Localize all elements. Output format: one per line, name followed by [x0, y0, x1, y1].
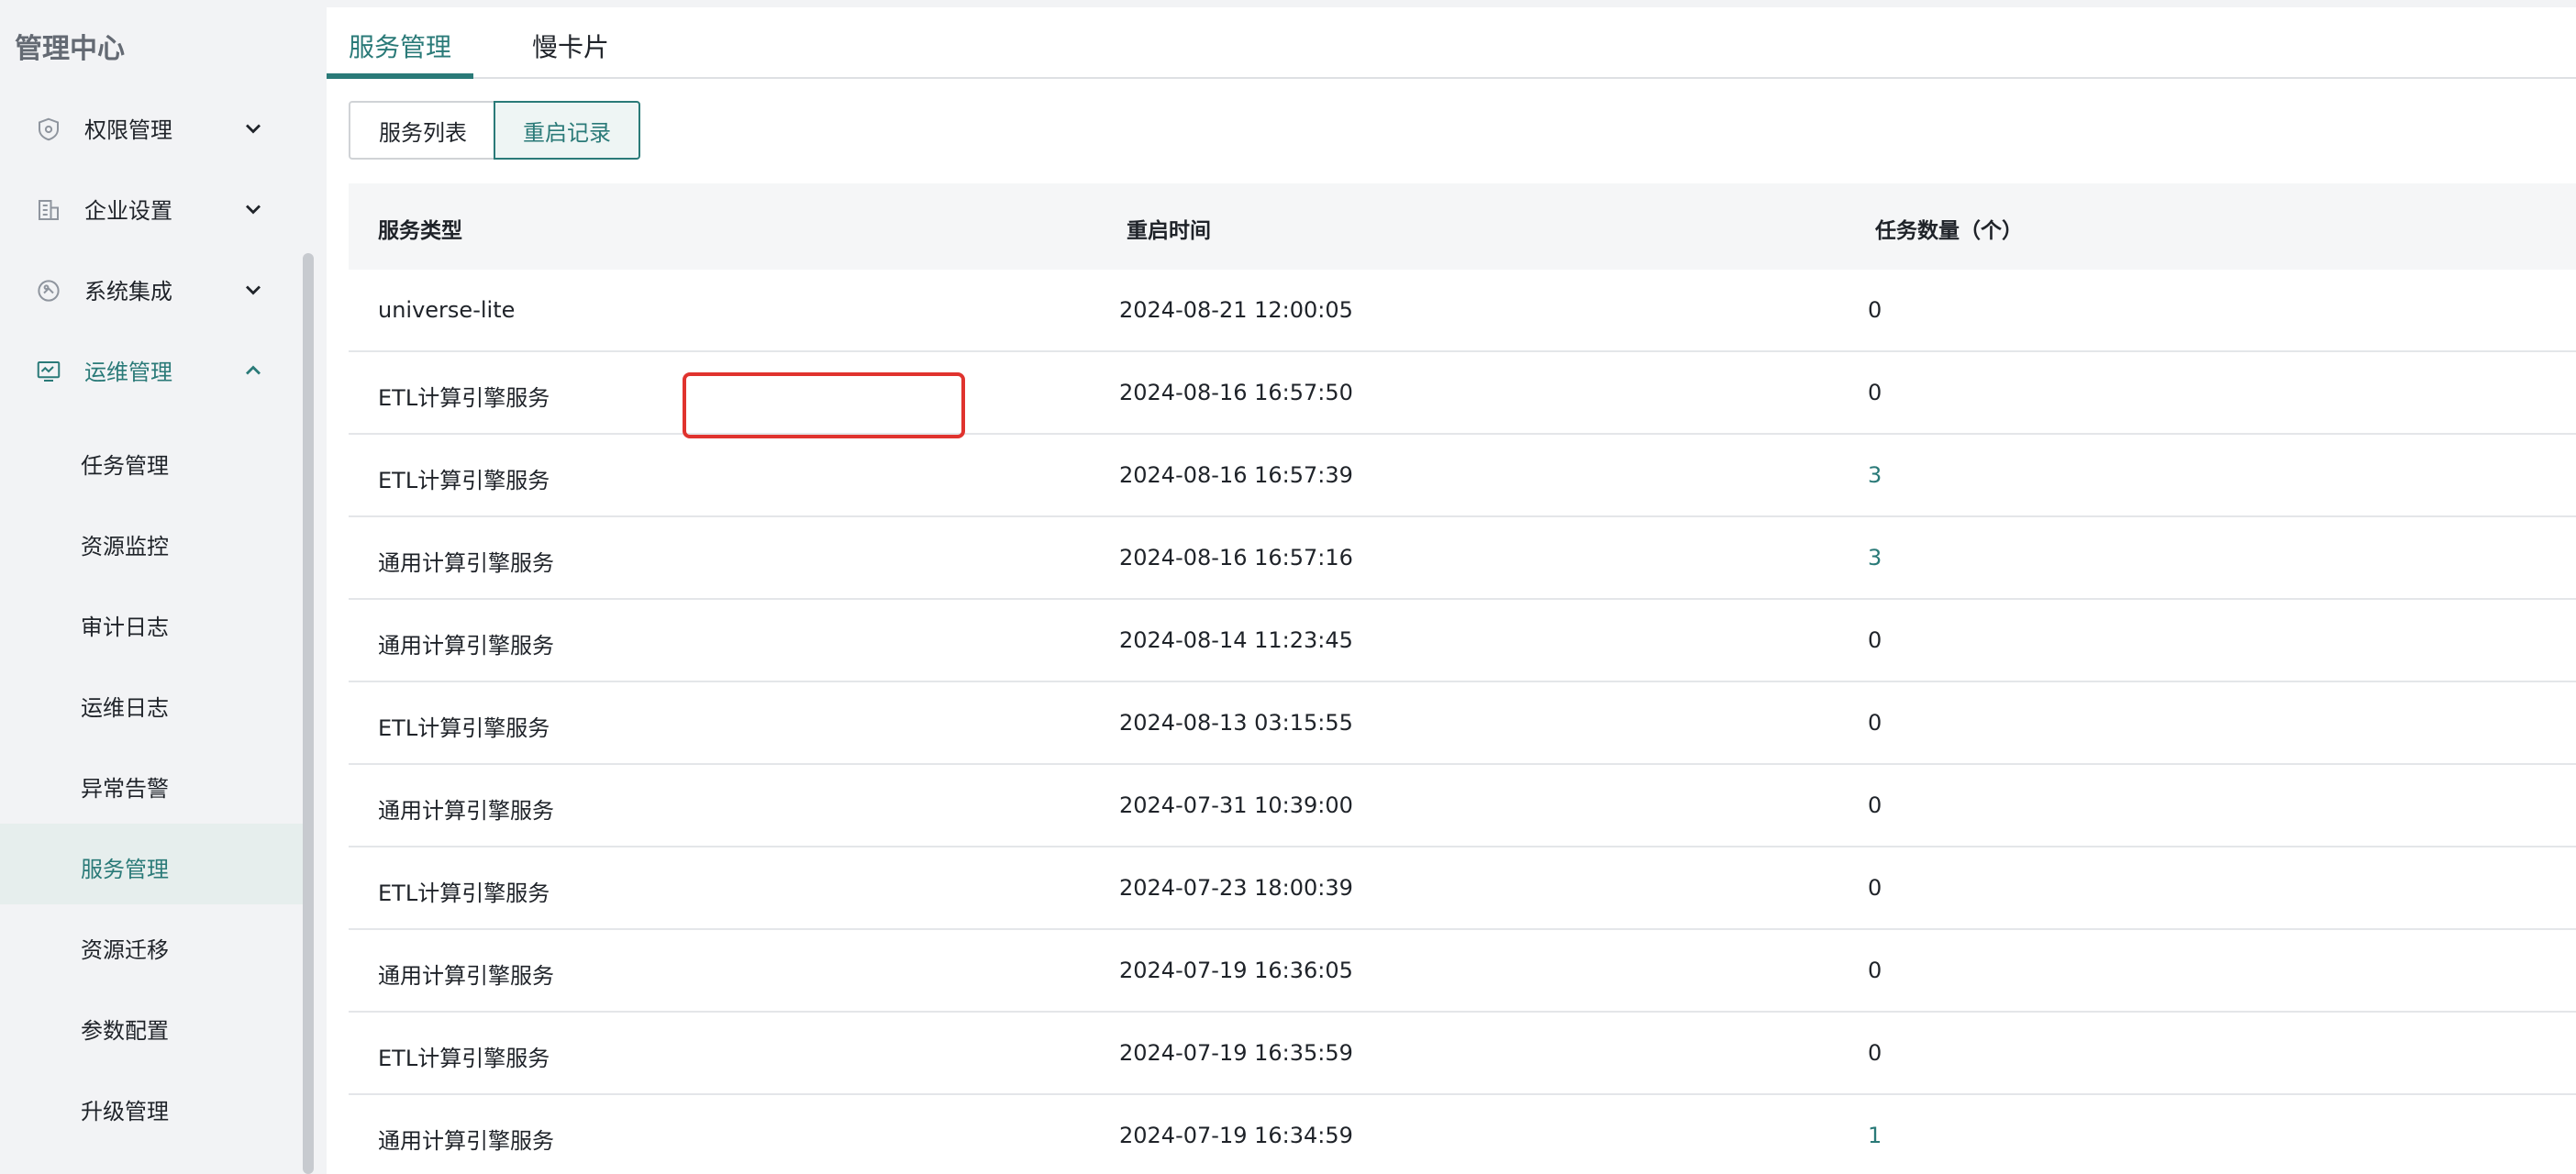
- sidebar-item-parameter-config[interactable]: 参数配置: [0, 985, 303, 1066]
- tab-service-management[interactable]: 服务管理: [349, 28, 451, 79]
- sidebar-item-label: 参数配置: [81, 1018, 169, 1044]
- segment-restart-records[interactable]: 重启记录: [494, 101, 640, 160]
- menu-group-label: 运维管理: [84, 360, 172, 385]
- cell-restart-time: 2024-08-16 16:57:50: [1119, 380, 1353, 405]
- cell-service-type: ETL计算引擎服务: [378, 715, 550, 741]
- cell-service-type: ETL计算引擎服务: [378, 880, 550, 906]
- task-count-link[interactable]: 1: [1868, 1123, 1882, 1148]
- cell-task-count: 0: [1868, 380, 1882, 405]
- sidebar-item-ops-log[interactable]: 运维日志: [0, 662, 303, 743]
- shield-icon: [39, 117, 59, 141]
- sidebar-item-alerts[interactable]: 异常告警: [0, 743, 303, 824]
- sidebar-item-label: 运维日志: [81, 695, 169, 721]
- cell-task-count: 0: [1868, 958, 1882, 983]
- chevron-down-icon: [246, 205, 261, 215]
- cell-service-type: 通用计算引擎服务: [378, 633, 554, 659]
- cell-service-type: universe-lite: [378, 297, 516, 323]
- sidebar-scrollbar[interactable]: [303, 253, 314, 1174]
- tab-slow-cards[interactable]: 慢卡片: [532, 28, 609, 79]
- cell-service-type: 通用计算引擎服务: [378, 798, 554, 824]
- highlight-annotation-box: [683, 372, 965, 438]
- cell-restart-time: 2024-07-19 16:34:59: [1119, 1123, 1353, 1148]
- cell-service-type: 通用计算引擎服务: [378, 963, 554, 989]
- cell-service-type: ETL计算引擎服务: [378, 385, 550, 411]
- app-title: 管理中心: [15, 33, 125, 65]
- table-row: 通用计算引擎服务 2024-07-19 16:36:05 0: [349, 930, 2576, 1013]
- sidebar-item-label: 升级管理: [81, 1099, 169, 1124]
- cell-restart-time: 2024-08-16 16:57:16: [1119, 545, 1353, 570]
- cell-task-count: 0: [1868, 875, 1882, 901]
- menu-group-enterprise[interactable]: 企业设置: [0, 169, 303, 249]
- sidebar: 管理中心 权限管理 企业设置 系统集成 运维管理 任务管理 资源监控 审计日志 …: [0, 0, 316, 1174]
- menu-group-label: 企业设置: [84, 198, 172, 224]
- cell-restart-time: 2024-08-16 16:57:39: [1119, 462, 1353, 488]
- integration-icon: [38, 280, 60, 302]
- table-row: 通用计算引擎服务 2024-07-31 10:39:00 0: [349, 765, 2576, 847]
- cell-restart-time: 2024-08-21 12:00:05: [1119, 297, 1353, 323]
- chevron-up-icon: [246, 365, 261, 375]
- cell-restart-time: 2024-07-19 16:36:05: [1119, 958, 1353, 983]
- table-row: 通用计算引擎服务 2024-07-19 16:34:59 1: [349, 1095, 2576, 1174]
- sidebar-item-label: 服务管理: [81, 857, 169, 882]
- menu-group-label: 系统集成: [84, 279, 172, 305]
- cell-task-count: 0: [1868, 792, 1882, 818]
- table-row: universe-lite 2024-08-21 12:00:05 0: [349, 270, 2576, 352]
- sidebar-item-upgrade-management[interactable]: 升级管理: [0, 1066, 303, 1146]
- active-tab-indicator: [327, 73, 473, 79]
- cell-service-type: ETL计算引擎服务: [378, 468, 550, 493]
- segment-service-list[interactable]: 服务列表: [349, 101, 497, 160]
- cell-task-count: 0: [1868, 710, 1882, 736]
- cell-service-type: 通用计算引擎服务: [378, 550, 554, 576]
- table-row: 通用计算引擎服务 2024-08-14 11:23:45 0: [349, 600, 2576, 682]
- sidebar-item-label: 资源迁移: [81, 937, 169, 963]
- column-header-task-count: 任务数量（个）: [1875, 219, 2023, 243]
- cell-task-count: 0: [1868, 627, 1882, 653]
- cell-restart-time: 2024-07-31 10:39:00: [1119, 792, 1353, 818]
- sidebar-item-resource-migration[interactable]: 资源迁移: [0, 904, 303, 985]
- cell-service-type: 通用计算引擎服务: [378, 1128, 554, 1154]
- sidebar-item-task-management[interactable]: 任务管理: [0, 420, 303, 501]
- chevron-down-icon: [246, 124, 261, 134]
- menu-group-permissions[interactable]: 权限管理: [0, 88, 303, 169]
- column-header-service-type: 服务类型: [378, 219, 462, 243]
- chevron-down-icon: [246, 285, 261, 295]
- cell-task-count: 0: [1868, 297, 1882, 323]
- sidebar-item-resource-monitoring[interactable]: 资源监控: [0, 501, 303, 581]
- tab-bar: 服务管理 慢卡片: [327, 7, 2576, 79]
- sidebar-item-label: 资源监控: [81, 534, 169, 559]
- cell-restart-time: 2024-08-14 11:23:45: [1119, 627, 1353, 653]
- sidebar-item-audit-log[interactable]: 审计日志: [0, 581, 303, 662]
- table-row: ETL计算引擎服务 2024-07-19 16:35:59 0: [349, 1013, 2576, 1095]
- main-content: 服务管理 慢卡片 服务列表 重启记录 服务类型 重启时间 任务数量（个） uni…: [327, 7, 2576, 1174]
- task-count-link[interactable]: 3: [1868, 545, 1882, 570]
- table-row: ETL计算引擎服务 2024-08-16 16:57:39 3: [349, 435, 2576, 517]
- sidebar-item-service-management[interactable]: 服务管理: [0, 824, 303, 904]
- column-header-restart-time: 重启时间: [1127, 219, 1211, 243]
- sidebar-item-label: 任务管理: [81, 453, 169, 479]
- table-row: 通用计算引擎服务 2024-08-16 16:57:16 3: [349, 517, 2576, 600]
- cell-service-type: ETL计算引擎服务: [378, 1046, 550, 1071]
- sidebar-item-label: 审计日志: [81, 615, 169, 640]
- cell-restart-time: 2024-08-13 03:15:55: [1119, 710, 1353, 736]
- table-row: ETL计算引擎服务 2024-08-13 03:15:55 0: [349, 682, 2576, 765]
- menu-group-operations[interactable]: 运维管理: [0, 330, 303, 411]
- table-header: 服务类型 重启时间 任务数量（个）: [349, 183, 2576, 270]
- table-row: ETL计算引擎服务 2024-07-23 18:00:39 0: [349, 847, 2576, 930]
- building-icon: [39, 200, 59, 220]
- menu-group-integration[interactable]: 系统集成: [0, 249, 303, 330]
- cell-restart-time: 2024-07-19 16:35:59: [1119, 1040, 1353, 1066]
- cell-restart-time: 2024-07-23 18:00:39: [1119, 875, 1353, 901]
- task-count-link[interactable]: 3: [1868, 462, 1882, 488]
- sidebar-item-label: 异常告警: [81, 776, 169, 802]
- menu-group-label: 权限管理: [84, 117, 172, 143]
- cell-task-count: 0: [1868, 1040, 1882, 1066]
- restart-records-table: 服务类型 重启时间 任务数量（个） universe-lite 2024-08-2…: [349, 183, 2576, 1174]
- monitor-icon: [37, 361, 61, 382]
